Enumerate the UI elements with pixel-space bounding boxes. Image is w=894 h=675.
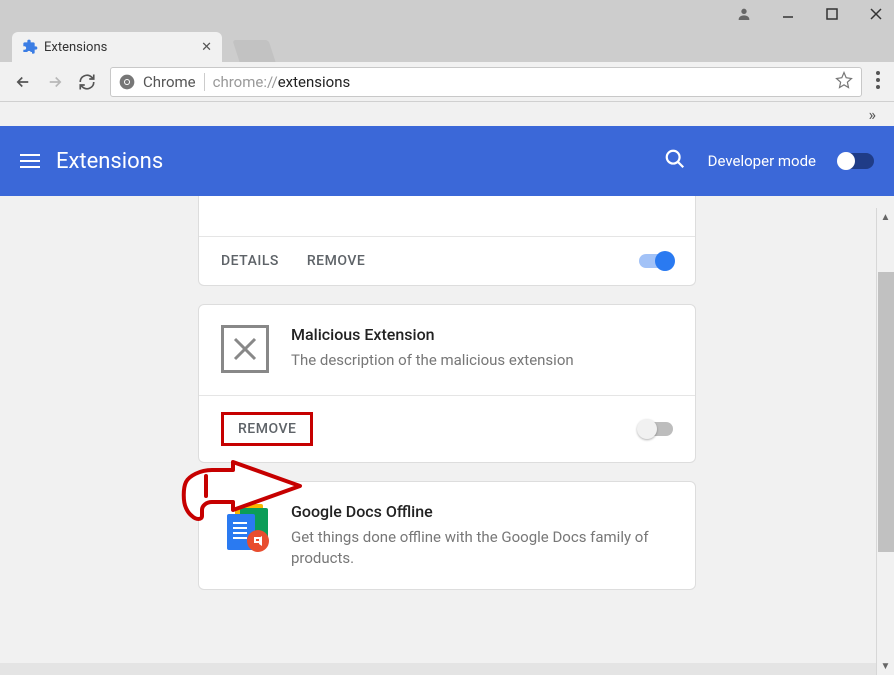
extension-enable-toggle[interactable]: [639, 254, 673, 268]
extension-card: DETAILS REMOVE: [198, 196, 696, 286]
extension-enable-toggle[interactable]: [639, 422, 673, 436]
reload-button[interactable]: [78, 73, 96, 91]
account-icon[interactable]: [736, 6, 752, 22]
omnibox-protocol-label: Chrome: [143, 73, 196, 91]
new-tab-button[interactable]: [232, 40, 275, 62]
extension-card-docs: Google Docs Offline Get things done offl…: [198, 481, 696, 590]
tab-strip: Extensions ✕: [0, 28, 894, 62]
remove-button-highlighted[interactable]: REMOVE: [221, 412, 313, 446]
extension-description: The description of the malicious extensi…: [291, 350, 673, 371]
scrollbar-thumb[interactable]: [878, 272, 894, 552]
puzzle-icon: [22, 39, 38, 55]
developer-mode-toggle[interactable]: [838, 153, 874, 169]
overflow-chevron-bar: »: [0, 102, 894, 126]
overflow-chevron-icon[interactable]: »: [869, 105, 877, 124]
page-title: Extensions: [56, 149, 163, 174]
bookmark-star-icon[interactable]: [835, 71, 853, 93]
scroll-up-arrow-icon[interactable]: ▲: [877, 208, 894, 226]
extension-card-malicious: Malicious Extension The description of t…: [198, 304, 696, 463]
developer-mode-label: Developer mode: [708, 152, 816, 170]
extension-title: Google Docs Offline: [291, 502, 673, 521]
extension-description: Get things done offline with the Google …: [291, 527, 673, 569]
window-titlebar: [0, 0, 894, 28]
close-window-button[interactable]: [868, 6, 884, 22]
tab-title: Extensions: [44, 40, 201, 55]
back-button[interactable]: [14, 73, 32, 91]
chrome-icon: [119, 74, 135, 90]
hamburger-menu-button[interactable]: [20, 154, 40, 168]
minimize-button[interactable]: [780, 6, 796, 22]
scroll-down-arrow-icon[interactable]: ▼: [877, 657, 894, 675]
tab-extensions[interactable]: Extensions ✕: [12, 32, 222, 62]
browser-menu-button[interactable]: [876, 71, 880, 93]
forward-button[interactable]: [46, 73, 64, 91]
remove-button[interactable]: REMOVE: [307, 253, 365, 269]
vertical-scrollbar[interactable]: ▲ ▼: [876, 208, 894, 675]
extension-title: Malicious Extension: [291, 325, 673, 344]
extension-placeholder-icon: [221, 325, 271, 375]
search-icon[interactable]: [664, 148, 686, 174]
tab-close-icon[interactable]: ✕: [201, 40, 212, 55]
content-area: DETAILS REMOVE Malicious Extension The d…: [0, 196, 894, 663]
address-bar[interactable]: Chrome chrome://extensions: [110, 67, 862, 97]
extensions-header: Extensions Developer mode: [0, 126, 894, 196]
browser-toolbar: Chrome chrome://extensions: [0, 62, 894, 102]
omnibox-url: chrome://extensions: [213, 72, 351, 91]
maximize-button[interactable]: [824, 6, 840, 22]
details-button[interactable]: DETAILS: [221, 253, 279, 269]
google-docs-icon: [221, 502, 271, 552]
omnibox-separator: [204, 73, 205, 91]
